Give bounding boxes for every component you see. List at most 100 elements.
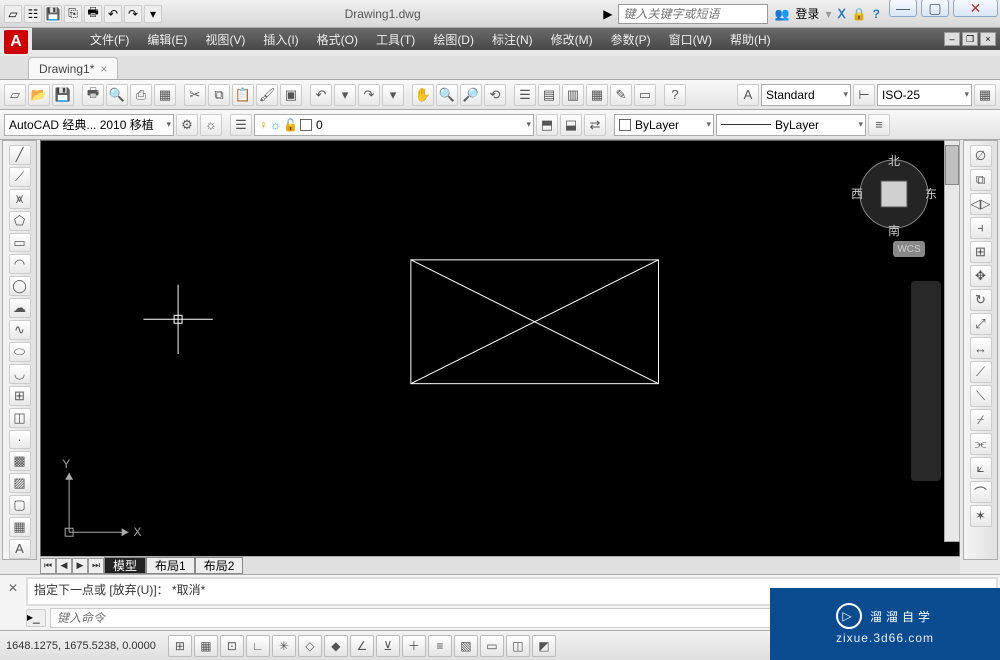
dyn-toggle[interactable]: ＋ bbox=[402, 635, 426, 657]
workspace-dropdown[interactable]: AutoCAD 经典... 2010 移植 bbox=[4, 114, 174, 136]
redo-drop-icon[interactable]: ▾ bbox=[382, 84, 404, 106]
arc-tool-icon[interactable]: ◠ bbox=[9, 254, 31, 274]
polygon-tool-icon[interactable]: ⬠ bbox=[9, 211, 31, 231]
drawing-canvas[interactable]: X Y 北 南 东 西 WCS bbox=[40, 140, 960, 558]
rect-tool-icon[interactable]: ▭ bbox=[9, 233, 31, 253]
model-toggle[interactable]: ⊞ bbox=[168, 635, 192, 657]
undo2-icon[interactable]: ↶ bbox=[310, 84, 332, 106]
minimize-button[interactable]: — bbox=[889, 0, 917, 17]
offset-tool-icon[interactable]: ⫞ bbox=[970, 217, 992, 239]
command-close-icon[interactable]: ✕ bbox=[4, 579, 22, 597]
block-tool-icon[interactable]: ◫ bbox=[9, 408, 31, 428]
polar-toggle[interactable]: ✳ bbox=[272, 635, 296, 657]
properties-icon[interactable]: ☰ bbox=[514, 84, 536, 106]
chamfer-tool-icon[interactable]: ⟀ bbox=[970, 457, 992, 479]
transparency-toggle[interactable]: ▧ bbox=[454, 635, 478, 657]
design-center-icon[interactable]: ▤ bbox=[538, 84, 560, 106]
menu-edit[interactable]: 编辑(E) bbox=[139, 29, 195, 50]
layer-state-icon[interactable]: ⬒ bbox=[536, 114, 558, 136]
save-doc-icon[interactable]: 💾 bbox=[52, 84, 74, 106]
ellipse-tool-icon[interactable]: ⬭ bbox=[9, 342, 31, 362]
signin-lock-icon[interactable]: 🔒 bbox=[852, 7, 867, 21]
tool-palette-icon[interactable]: ▥ bbox=[562, 84, 584, 106]
osnap-toggle[interactable]: ◇ bbox=[298, 635, 322, 657]
file-tab[interactable]: Drawing1* × bbox=[28, 57, 118, 79]
preview-icon[interactable]: 🔍 bbox=[106, 84, 128, 106]
layer-dropdown[interactable]: ♀ ☼ 🔓 0 bbox=[254, 114, 534, 136]
insert-tool-icon[interactable]: ⊞ bbox=[9, 386, 31, 406]
circle-tool-icon[interactable]: ◯ bbox=[9, 276, 31, 296]
stretch-tool-icon[interactable]: ↔ bbox=[970, 337, 992, 359]
cut-icon[interactable]: ✂ bbox=[184, 84, 206, 106]
pan-icon[interactable]: ✋ bbox=[412, 84, 434, 106]
print3d-icon[interactable]: ▦ bbox=[154, 84, 176, 106]
menu-dim[interactable]: 标注(N) bbox=[484, 29, 541, 50]
region-tool-icon[interactable]: ▢ bbox=[9, 495, 31, 515]
gradient-tool-icon[interactable]: ▨ bbox=[9, 473, 31, 493]
app-logo[interactable]: A bbox=[4, 30, 28, 54]
exchange-x-icon[interactable]: Ⅹ bbox=[837, 7, 845, 21]
array-tool-icon[interactable]: ⊞ bbox=[970, 241, 992, 263]
xline-tool-icon[interactable]: ⟋ bbox=[9, 167, 31, 187]
sc-toggle[interactable]: ◫ bbox=[506, 635, 530, 657]
undo-drop-icon[interactable]: ▾ bbox=[334, 84, 356, 106]
menu-format[interactable]: 格式(O) bbox=[309, 29, 366, 50]
3dosnap-toggle[interactable]: ◆ bbox=[324, 635, 348, 657]
menu-param[interactable]: 参数(P) bbox=[603, 29, 659, 50]
layout-next-button[interactable]: ▶ bbox=[72, 558, 88, 574]
copy-tool-icon[interactable]: ⧉ bbox=[970, 169, 992, 191]
otrack-toggle[interactable]: ∠ bbox=[350, 635, 374, 657]
layout-first-button[interactable]: ⏮ bbox=[40, 558, 56, 574]
layout-tab-1[interactable]: 布局1 bbox=[146, 557, 195, 574]
erase-tool-icon[interactable]: ∅ bbox=[970, 145, 992, 167]
move-tool-icon[interactable]: ✥ bbox=[970, 265, 992, 287]
help2-icon[interactable]: ? bbox=[664, 84, 686, 106]
qp-toggle[interactable]: ▭ bbox=[480, 635, 504, 657]
file-tab-close-icon[interactable]: × bbox=[100, 62, 107, 76]
navigation-bar[interactable] bbox=[911, 281, 941, 481]
layer-iso-icon[interactable]: ⬓ bbox=[560, 114, 582, 136]
workspace-settings-icon[interactable]: ☼ bbox=[200, 114, 222, 136]
fillet-tool-icon[interactable]: ⌒ bbox=[970, 481, 992, 503]
am-toggle[interactable]: ◩ bbox=[532, 635, 556, 657]
mirror-tool-icon[interactable]: ◁▷ bbox=[970, 193, 992, 215]
sheetset-icon[interactable]: ▦ bbox=[586, 84, 608, 106]
undo-icon[interactable]: ↶ bbox=[104, 5, 122, 23]
people-icon[interactable]: 👥 bbox=[774, 7, 789, 21]
color-dropdown[interactable]: ByLayer bbox=[614, 114, 714, 136]
menu-file[interactable]: 文件(F) bbox=[82, 29, 137, 50]
trim-tool-icon[interactable]: ⟋ bbox=[970, 361, 992, 383]
vertical-scrollbar[interactable] bbox=[944, 140, 960, 542]
new-doc-icon[interactable]: ▱ bbox=[4, 84, 26, 106]
open-icon[interactable]: ☷ bbox=[24, 5, 42, 23]
markup-icon[interactable]: ✎ bbox=[610, 84, 632, 106]
layout-prev-button[interactable]: ◀ bbox=[56, 558, 72, 574]
table-tool-icon[interactable]: ▦ bbox=[9, 517, 31, 537]
textstyle-icon[interactable]: A bbox=[737, 84, 759, 106]
zoom-prev-icon[interactable]: ⟲ bbox=[484, 84, 506, 106]
menu-tools[interactable]: 工具(T) bbox=[368, 29, 423, 50]
join-tool-icon[interactable]: ⫘ bbox=[970, 433, 992, 455]
linetype-dropdown[interactable]: ByLayer bbox=[716, 114, 866, 136]
dimstyle-icon[interactable]: ⊢ bbox=[853, 84, 875, 106]
break-tool-icon[interactable]: ⌿ bbox=[970, 409, 992, 431]
ducs-toggle[interactable]: ⊻ bbox=[376, 635, 400, 657]
wcs-badge[interactable]: WCS bbox=[893, 241, 925, 257]
spline-tool-icon[interactable]: ∿ bbox=[9, 320, 31, 340]
dimstyle-dropdown[interactable]: ISO-25 bbox=[877, 84, 972, 106]
block-icon[interactable]: ▣ bbox=[280, 84, 302, 106]
layout-tab-model[interactable]: 模型 bbox=[104, 557, 146, 574]
snap-toggle[interactable]: ⊡ bbox=[220, 635, 244, 657]
print-icon[interactable]: 🖶 bbox=[82, 84, 104, 106]
publish-icon[interactable]: ⎙ bbox=[130, 84, 152, 106]
match-icon[interactable]: 🖌 bbox=[256, 84, 278, 106]
lwt-toggle[interactable]: ≡ bbox=[428, 635, 452, 657]
scale-tool-icon[interactable]: ⤢ bbox=[970, 313, 992, 335]
mdi-close-button[interactable]: × bbox=[980, 32, 996, 46]
view-cube[interactable]: 北 南 东 西 bbox=[849, 149, 939, 239]
point-tool-icon[interactable]: · bbox=[9, 430, 31, 450]
layout-last-button[interactable]: ⏭ bbox=[88, 558, 104, 574]
ellipsearc-tool-icon[interactable]: ◡ bbox=[9, 364, 31, 384]
grid-toggle[interactable]: ▦ bbox=[194, 635, 218, 657]
zoom-window-icon[interactable]: 🔎 bbox=[460, 84, 482, 106]
